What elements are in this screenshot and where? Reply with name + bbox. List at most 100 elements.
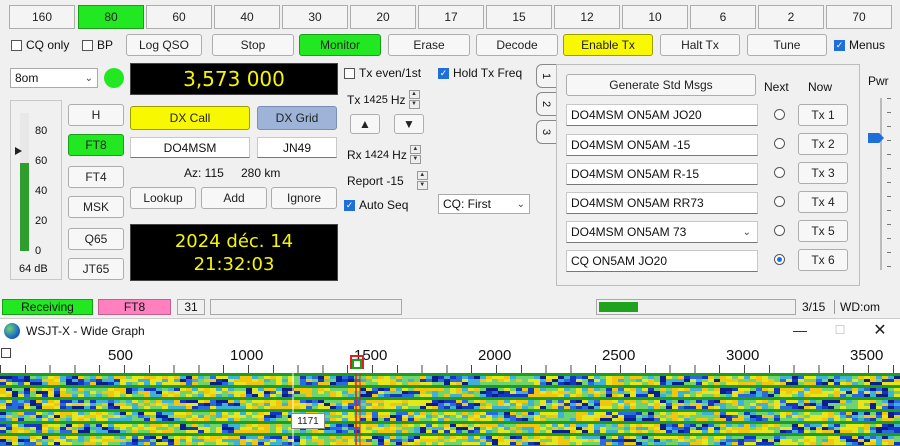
tx-frequency-spinbox[interactable]: Tx 1425 Hz ▲ ▼ (347, 90, 420, 109)
decode-button[interactable]: Decode (476, 34, 558, 56)
waterfall-cell (522, 418, 528, 421)
mode-button-q65[interactable]: Q65 (68, 228, 124, 250)
band-button-70[interactable]: 70 (826, 5, 892, 29)
tx3-now-button[interactable]: Tx 3 (798, 162, 848, 184)
mode-button-jt65[interactable]: JT65 (68, 258, 124, 280)
band-button-30[interactable]: 30 (282, 5, 348, 29)
scale-checkbox[interactable] (1, 348, 11, 358)
tx6-message-field[interactable]: CQ ON5AM JO20 (566, 250, 758, 272)
tx3-message-field[interactable]: DO4MSM ON5AM R-15 (566, 163, 758, 185)
mode-button-msk[interactable]: MSK (68, 196, 124, 218)
waterfall-cell (648, 418, 654, 421)
mode-button-h[interactable]: H (68, 104, 124, 126)
band-button-60[interactable]: 60 (146, 5, 212, 29)
erase-button[interactable]: Erase (388, 34, 470, 56)
waterfall-cell (246, 373, 252, 376)
waterfall-cell (714, 415, 720, 418)
cq-only-checkbox[interactable]: CQ only (11, 38, 69, 52)
tab-1[interactable]: 1 (536, 64, 556, 88)
add-button[interactable]: Add (201, 187, 267, 209)
arrow-up-button[interactable]: ▲ (350, 114, 380, 134)
ignore-button[interactable]: Ignore (271, 187, 337, 209)
band-button-2[interactable]: 2 (758, 5, 824, 29)
tx4-message-field[interactable]: DO4MSM ON5AM RR73 (566, 192, 758, 214)
waterfall-display[interactable]: 1171 (0, 373, 900, 446)
spin-arrows-icon[interactable]: ▲ ▼ (416, 171, 428, 190)
band-button-10[interactable]: 10 (622, 5, 688, 29)
band-button-15[interactable]: 15 (486, 5, 552, 29)
band-button-80[interactable]: 80 (78, 5, 144, 29)
waterfall-cell (84, 376, 90, 379)
band-button-40[interactable]: 40 (214, 5, 280, 29)
tab-3[interactable]: 3 (536, 120, 556, 144)
dx-call-button[interactable]: DX Call (130, 106, 250, 130)
tx3-next-radio[interactable] (774, 167, 785, 178)
bp-checkbox[interactable]: BP (82, 38, 113, 52)
band-button-17[interactable]: 17 (418, 5, 484, 29)
cq-select[interactable]: CQ: First ⌄ (438, 194, 530, 214)
tx2-message-field[interactable]: DO4MSM ON5AM -15 (566, 134, 758, 156)
tx5-now-button[interactable]: Tx 5 (798, 220, 848, 242)
waterfall-cell (660, 403, 666, 406)
waterfall-cell (588, 427, 594, 430)
arrow-down-button[interactable]: ▼ (394, 114, 424, 134)
tune-button[interactable]: Tune (747, 34, 827, 56)
tx1-now-button[interactable]: Tx 1 (798, 104, 848, 126)
minimize-icon[interactable]: — (790, 320, 810, 340)
mode-button-ft8[interactable]: FT8 (68, 134, 124, 156)
tx1-message-field[interactable]: DO4MSM ON5AM JO20 (566, 104, 758, 126)
tx5-message-select[interactable]: DO4MSM ON5AM 73 ⌄ (566, 221, 758, 243)
waterfall-cell (462, 430, 468, 433)
lookup-button[interactable]: Lookup (130, 187, 196, 209)
tx2-now-button[interactable]: Tx 2 (798, 133, 848, 155)
waterfall-cell (126, 418, 132, 421)
waterfall-cell (36, 415, 42, 418)
waterfall-cell (720, 406, 726, 409)
waterfall-cell (420, 430, 426, 433)
tx-even-checkbox[interactable]: Tx even/1st (344, 66, 421, 80)
close-icon[interactable]: ✕ (870, 320, 890, 340)
waterfall-cell (630, 376, 636, 379)
rx-frequency-spinbox[interactable]: Rx 1424 Hz ▲ ▼ (347, 145, 421, 164)
report-spinbox[interactable]: Report -15 ▲ ▼ (347, 171, 428, 190)
spin-arrows-icon[interactable]: ▲ ▼ (408, 90, 420, 109)
tab-2[interactable]: 2 (536, 92, 556, 116)
waterfall-cell (222, 388, 228, 391)
waterfall-cell (576, 388, 582, 391)
stop-button[interactable]: Stop (212, 34, 294, 56)
dx-grid-button[interactable]: DX Grid (257, 106, 337, 130)
waterfall-cell (888, 382, 894, 385)
band-button-160[interactable]: 160 (9, 5, 75, 29)
mode-button-ft4[interactable]: FT4 (68, 166, 124, 188)
maximize-icon[interactable]: ☐ (830, 320, 850, 340)
band-select[interactable]: 8om ⌄ (10, 68, 98, 88)
waterfall-cell (156, 385, 162, 388)
tx6-next-radio[interactable] (774, 254, 785, 265)
waterfall-cell (150, 427, 156, 430)
dx-grid-field[interactable]: JN49 (257, 137, 337, 158)
menus-checkbox[interactable]: ✓ Menus (834, 38, 885, 52)
enable-tx-button[interactable]: Enable Tx (563, 34, 653, 56)
tx4-now-button[interactable]: Tx 4 (798, 191, 848, 213)
waterfall-cell (72, 382, 78, 385)
band-button-12[interactable]: 12 (554, 5, 620, 29)
hold-tx-freq-checkbox[interactable]: ✓ Hold Tx Freq (438, 66, 522, 80)
tx5-next-radio[interactable] (774, 225, 785, 236)
log-qso-button[interactable]: Log QSO (126, 34, 202, 56)
monitor-button[interactable]: Monitor (299, 34, 381, 56)
dx-call-field[interactable]: DO4MSM (130, 137, 250, 158)
band-button-20[interactable]: 20 (350, 5, 416, 29)
tx6-now-button[interactable]: Tx 6 (798, 249, 848, 271)
waterfall-cell (0, 436, 6, 439)
waterfall-cell (396, 427, 402, 430)
waterfall-cell (240, 385, 246, 388)
halt-tx-button[interactable]: Halt Tx (660, 34, 740, 56)
spin-arrows-icon[interactable]: ▲ ▼ (409, 145, 421, 164)
band-button-6[interactable]: 6 (690, 5, 756, 29)
tx4-next-radio[interactable] (774, 196, 785, 207)
tx2-next-radio[interactable] (774, 138, 785, 149)
generate-std-msgs-button[interactable]: Generate Std Msgs (566, 74, 756, 96)
tx1-next-radio[interactable] (774, 109, 785, 120)
auto-seq-checkbox[interactable]: ✓ Auto Seq (344, 198, 408, 212)
waterfall-cell (882, 385, 888, 388)
